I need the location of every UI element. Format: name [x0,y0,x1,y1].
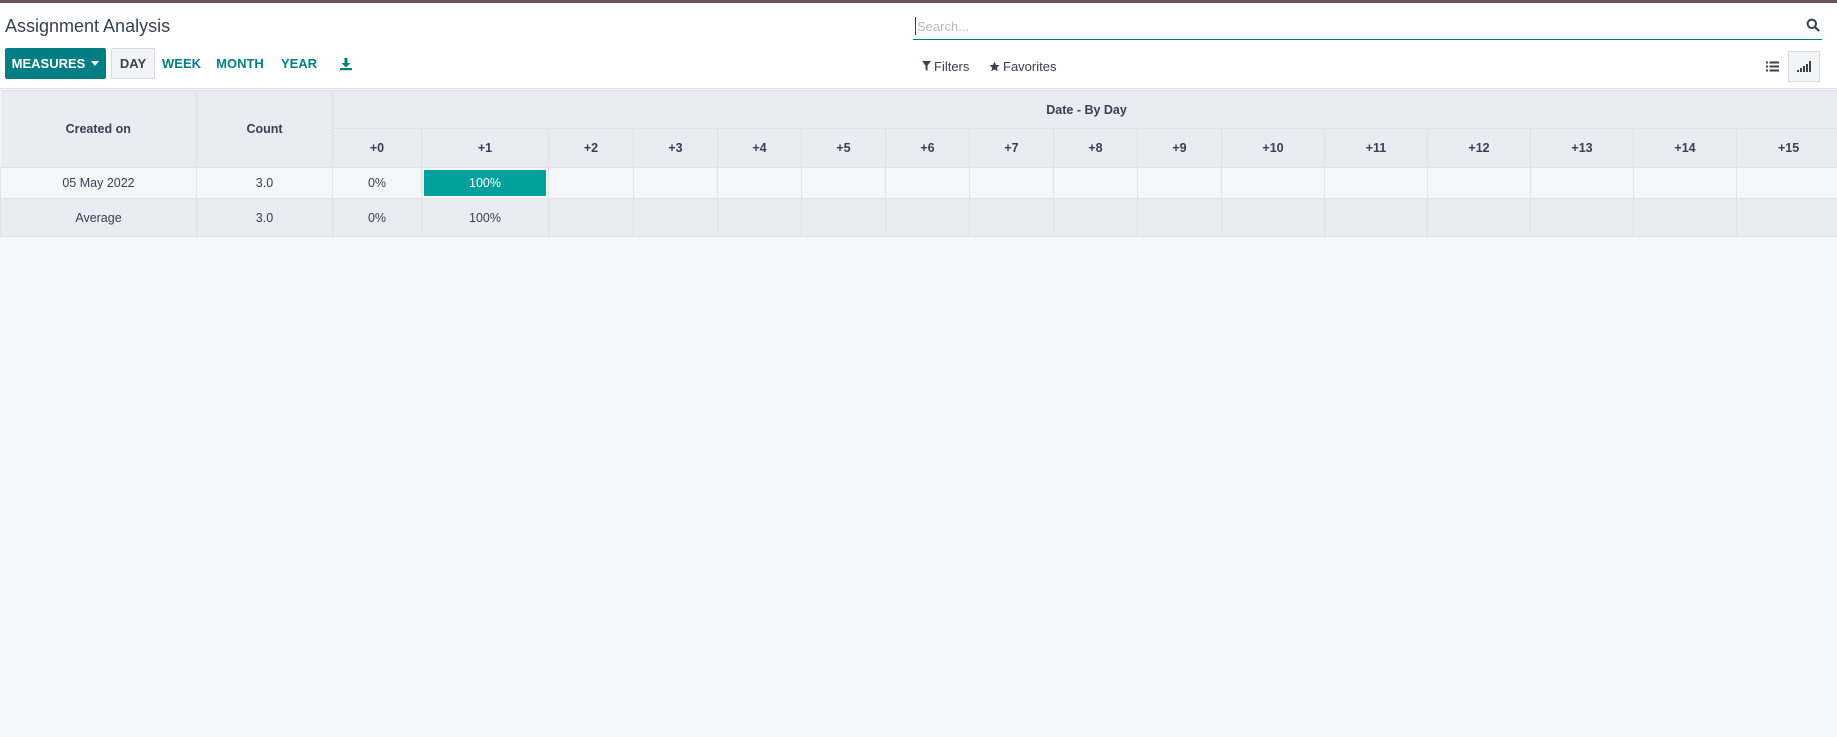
period-header: +9 [1137,128,1222,168]
favorites-button[interactable]: Favorites [989,57,1056,75]
period-header: +13 [1530,128,1634,168]
cohort-cell [1324,167,1428,199]
average-cell [1530,198,1634,237]
view-switcher [1756,51,1820,82]
cohort-cell-value: 100% [424,170,546,196]
count-header[interactable]: Count [196,90,333,168]
average-cell [1053,198,1138,237]
average-cell [1324,198,1428,237]
period-header: +14 [1633,128,1737,168]
cohort-cell[interactable]: 100% [421,167,549,199]
search-input[interactable] [915,17,1775,35]
row-date-label: 05 May 2022 [0,167,197,199]
cohort-cell [1221,167,1325,199]
filters-label: Filters [934,58,970,74]
average-cell [1735,198,1837,237]
period-header: +2 [548,128,634,168]
measures-button[interactable]: MEASURES [5,48,106,79]
period-header: +12 [1427,128,1531,168]
download-icon[interactable] [339,57,353,71]
period-header: +11 [1324,128,1428,168]
caret-down-icon [91,61,100,66]
control-panel: Assignment Analysis MEASURES DAY WEEK MO… [0,3,1837,89]
period-header: +4 [717,128,802,168]
created-on-header[interactable]: Created on [0,90,197,168]
cohort-cell [885,167,970,199]
average-cell [969,198,1054,237]
search-icon[interactable] [1806,18,1820,32]
period-header: +1 [421,128,549,168]
cohort-table: Created on Count Date - By Day +0 +1 +2 +3 +… [0,90,1837,237]
cohort-cell [717,167,802,199]
average-count: 3.0 [196,198,333,237]
date-group-header: Date - By Day [331,90,1837,129]
average-cell [633,198,718,237]
search-bar[interactable] [913,13,1822,40]
cohort-cell[interactable]: 0% [332,167,422,199]
average-label: Average [0,198,197,237]
average-cell: 100% [421,198,549,237]
interval-day-button[interactable]: DAY [111,48,155,79]
table-row[interactable]: 05 May 2022 3.0 0% 100% [0,167,1837,199]
average-cell [1427,198,1531,237]
filters-button[interactable]: Filters [922,57,969,75]
cohort-cell [969,167,1054,199]
filter-icon [922,61,931,71]
row-count: 3.0 [196,167,333,199]
period-header: +7 [969,128,1054,168]
favorites-label: Favorites [1003,58,1057,74]
cohort-bars-icon [1797,61,1811,72]
average-cell [801,198,886,237]
cohort-view-button[interactable] [1788,51,1820,82]
average-row: Average 3.0 0% 100% [0,198,1837,237]
average-cell [1633,198,1737,237]
average-cell [885,198,970,237]
period-header: +10 [1221,128,1325,168]
page-title: Assignment Analysis [5,16,171,36]
average-cell: 0% [332,198,422,237]
period-header: +8 [1053,128,1138,168]
average-cell [717,198,802,237]
average-cell [1137,198,1222,237]
measures-label: MEASURES [11,56,86,71]
cohort-cell [1633,167,1737,199]
cohort-cell [801,167,886,199]
list-icon [1765,61,1779,72]
interval-month-button[interactable]: MONTH [212,48,268,79]
cohort-cell [1735,167,1837,199]
average-cell [1221,198,1325,237]
cohort-cell [548,167,634,199]
list-view-button[interactable] [1756,51,1788,82]
period-header: +5 [801,128,886,168]
period-header: +15 [1735,128,1837,168]
cohort-cell [633,167,718,199]
period-header: +6 [885,128,970,168]
cohort-cell [1053,167,1138,199]
period-header: +0 [332,128,422,168]
period-header: +3 [633,128,718,168]
cohort-cell [1137,167,1222,199]
average-cell [548,198,634,237]
interval-year-button[interactable]: YEAR [278,48,320,79]
star-icon [989,60,1000,71]
interval-week-button[interactable]: WEEK [160,48,203,79]
cohort-cell [1427,167,1531,199]
cohort-cell [1530,167,1634,199]
